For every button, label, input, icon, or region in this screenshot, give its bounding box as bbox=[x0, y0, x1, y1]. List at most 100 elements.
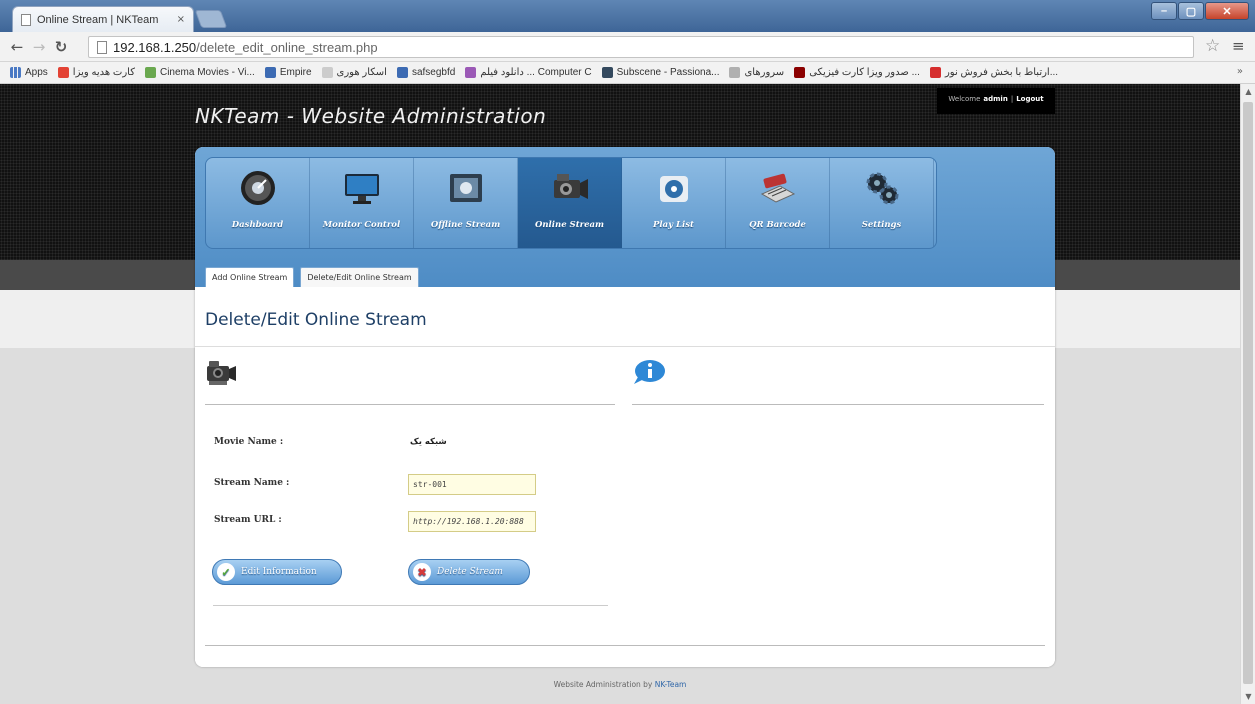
dashboard-icon bbox=[238, 168, 278, 208]
new-tab-button[interactable] bbox=[194, 10, 228, 28]
nav-item-online-stream[interactable]: Online Stream bbox=[518, 158, 622, 248]
forward-arrow-icon[interactable]: → bbox=[28, 38, 50, 56]
nav-item-label: Offline Stream bbox=[430, 220, 501, 230]
page-favicon-icon bbox=[21, 13, 31, 26]
bookmark-favicon-icon bbox=[729, 67, 741, 78]
maximize-button[interactable]: ▢ bbox=[1178, 2, 1204, 20]
stream-name-label: Stream Name : bbox=[214, 478, 290, 488]
welcome-separator: | bbox=[1010, 95, 1014, 103]
reload-icon[interactable]: ↻ bbox=[50, 38, 72, 56]
nav-item-label: Settings bbox=[861, 220, 902, 230]
browser-toolbar: ← → ↻ 192.168.1.250/delete_edit_online_s… bbox=[0, 32, 1255, 62]
bookmark-item[interactable]: دانلود فیلم ... Computer C bbox=[465, 67, 592, 78]
left-column-divider bbox=[205, 404, 615, 405]
bookmark-favicon-icon bbox=[10, 67, 21, 78]
bookmark-item[interactable]: ارتباط با بخش فروش نور... bbox=[929, 67, 1058, 78]
bookmark-item[interactable]: Subscene - Passiona... bbox=[601, 67, 720, 78]
nav-item-settings[interactable]: Settings bbox=[830, 158, 934, 248]
nav-item-label: QR Barcode bbox=[749, 220, 806, 230]
menu-icon[interactable]: ≡ bbox=[1232, 37, 1245, 55]
bookmark-apps[interactable]: Apps bbox=[10, 67, 48, 78]
page-icon bbox=[97, 40, 107, 54]
bookmark-label: Apps bbox=[25, 67, 48, 78]
close-window-button[interactable]: ✕ bbox=[1205, 2, 1249, 20]
nav-item-label: Dashboard bbox=[231, 220, 284, 230]
web-page: NKTeam - Website Administration Welcome … bbox=[0, 84, 1240, 704]
qr-barcode-icon bbox=[758, 168, 798, 208]
camera-icon bbox=[207, 361, 236, 385]
nav-item-offline-stream[interactable]: Offline Stream bbox=[414, 158, 518, 248]
bookmark-star-icon[interactable]: ☆ bbox=[1205, 36, 1220, 56]
bookmark-label: safsegbfd bbox=[411, 67, 456, 78]
welcome-text: Welcome bbox=[948, 95, 981, 103]
bookmarks-overflow-icon[interactable]: » bbox=[1237, 66, 1243, 77]
back-arrow-icon[interactable]: ← bbox=[6, 38, 28, 56]
bookmark-favicon-icon bbox=[57, 67, 69, 78]
nav-item-qr-barcode[interactable]: QR Barcode bbox=[726, 158, 830, 248]
bookmark-item[interactable]: اسکار هوری bbox=[321, 67, 387, 78]
bookmark-favicon-icon bbox=[465, 67, 477, 78]
bookmark-label: Cinema Movies - Vi... bbox=[159, 67, 255, 78]
edit-information-button[interactable]: ✓ Edit Information bbox=[212, 559, 342, 585]
online-stream-icon bbox=[550, 168, 590, 208]
bookmark-item[interactable]: Cinema Movies - Vi... bbox=[144, 67, 255, 78]
scroll-up-icon[interactable]: ▲ bbox=[1241, 84, 1255, 99]
nav-item-label: Play List bbox=[653, 220, 694, 230]
bookmark-label: اسکار هوری bbox=[336, 67, 387, 78]
site-title: NKTeam - Website Administration bbox=[195, 104, 547, 128]
checkmark-icon: ✓ bbox=[217, 563, 235, 581]
nav-item-play-list[interactable]: Play List bbox=[622, 158, 726, 248]
bookmark-item[interactable]: سرورهای bbox=[729, 67, 784, 78]
bookmark-item[interactable]: کارت هدیه ویزا bbox=[57, 67, 135, 78]
stream-name-input[interactable]: str-001 bbox=[408, 474, 536, 495]
monitor-icon bbox=[342, 168, 382, 208]
bookmark-item[interactable]: Empire bbox=[264, 67, 312, 78]
bookmark-label: صدور ویزا کارت فیزیکی ... bbox=[809, 67, 920, 78]
tab-add-online-stream[interactable]: Add Online Stream bbox=[205, 267, 295, 287]
bookmark-label: دانلود فیلم ... Computer C bbox=[480, 67, 592, 78]
nav-item-label: Online Stream bbox=[534, 220, 605, 230]
bookmark-favicon-icon bbox=[794, 67, 806, 78]
settings-icon bbox=[862, 168, 902, 208]
site-footer: Website Administration by NK-Team bbox=[0, 680, 1240, 689]
content-area: Delete/Edit Online Stream Movie Name : ش… bbox=[195, 287, 1055, 667]
logout-link[interactable]: Logout bbox=[1016, 95, 1043, 103]
minimize-button[interactable]: – bbox=[1151, 2, 1177, 20]
nav-item-monitor-control[interactable]: Monitor Control bbox=[310, 158, 414, 248]
bookmark-label: کارت هدیه ویزا bbox=[72, 67, 135, 78]
scroll-down-icon[interactable]: ▼ bbox=[1241, 689, 1255, 704]
form-divider bbox=[213, 605, 608, 606]
bookmark-favicon-icon bbox=[396, 67, 408, 78]
playlist-icon bbox=[654, 168, 694, 208]
bookmark-label: سرورهای bbox=[744, 67, 785, 78]
bottom-divider bbox=[205, 645, 1045, 646]
bookmark-item[interactable]: صدور ویزا کارت فیزیکی ... bbox=[794, 67, 920, 78]
bookmark-label: Empire bbox=[279, 67, 312, 78]
bookmarks-bar: Apps کارت هدیه ویزا Cinema Movies - Vi... E… bbox=[0, 62, 1255, 84]
tab-delete-edit-online-stream[interactable]: Delete/Edit Online Stream bbox=[300, 267, 419, 287]
edit-button-label: Edit Information bbox=[241, 567, 317, 577]
panel-navigation-area: Dashboard Monitor Control Offline Stream On… bbox=[195, 147, 1055, 287]
url-text: 192.168.1.250/delete_edit_online_stream.… bbox=[113, 39, 378, 55]
footer-brand-link[interactable]: NK-Team bbox=[655, 680, 687, 689]
nav-item-dashboard[interactable]: Dashboard bbox=[206, 158, 310, 248]
bookmark-favicon-icon bbox=[264, 67, 276, 78]
delete-stream-button[interactable]: ✖ Delete Stream bbox=[408, 559, 530, 585]
stream-url-input[interactable]: http://192.168.1.20:888 bbox=[408, 511, 536, 532]
page-scrollbar[interactable]: ▲ ▼ bbox=[1240, 84, 1255, 704]
nav-item-label: Monitor Control bbox=[322, 220, 401, 230]
sub-tabs: Add Online Stream Delete/Edit Online Stre… bbox=[205, 267, 419, 287]
scrollbar-thumb[interactable] bbox=[1243, 102, 1253, 684]
bookmark-label: Subscene - Passiona... bbox=[616, 67, 720, 78]
offline-stream-icon bbox=[446, 168, 486, 208]
stream-url-label: Stream URL : bbox=[214, 515, 282, 525]
address-bar[interactable]: 192.168.1.250/delete_edit_online_stream.… bbox=[88, 36, 1194, 58]
bookmark-favicon-icon bbox=[601, 67, 613, 78]
bookmark-item[interactable]: safsegbfd bbox=[396, 67, 456, 78]
main-nav: Dashboard Monitor Control Offline Stream On… bbox=[205, 157, 937, 249]
delete-button-label: Delete Stream bbox=[437, 567, 503, 577]
window-titlebar: Online Stream | NKTeam × – ▢ ✕ bbox=[0, 0, 1255, 32]
tab-close-icon[interactable]: × bbox=[177, 14, 185, 25]
info-icon bbox=[634, 360, 665, 384]
browser-tab[interactable]: Online Stream | NKTeam × bbox=[12, 6, 194, 32]
